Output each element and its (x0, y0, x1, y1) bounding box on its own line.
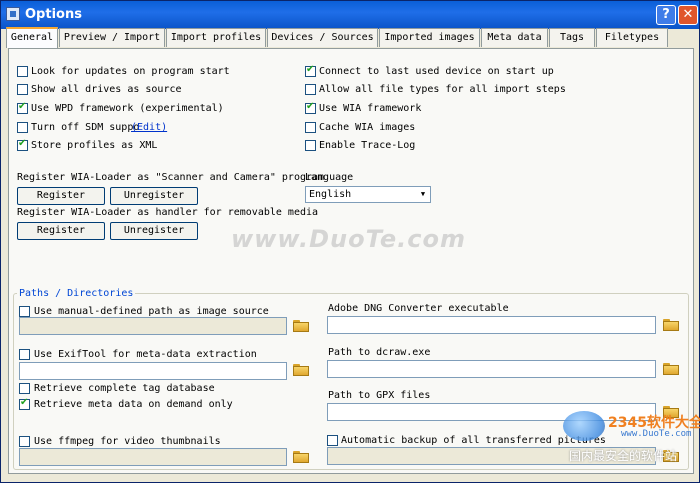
checkbox-allow-all-file-types[interactable] (305, 84, 316, 95)
tab-devices-sources[interactable]: Devices / Sources (267, 28, 378, 47)
checkbox-ffmpeg[interactable] (19, 436, 30, 447)
watermark-url: www.DuoTe.com (621, 429, 692, 439)
folder-icon[interactable] (293, 320, 309, 332)
checkbox-manual-path[interactable] (19, 306, 30, 317)
folder-icon[interactable] (293, 451, 309, 463)
title-bar[interactable]: Options ? ✕ (1, 1, 699, 29)
label-store-profiles-xml: Store profiles as XML (31, 140, 158, 151)
paths-group-title: Paths / Directories (17, 288, 136, 299)
checkbox-retrieve-complete[interactable] (19, 383, 30, 394)
tab-meta-data[interactable]: Meta data (481, 28, 548, 47)
manual-path-input[interactable] (19, 317, 287, 335)
checkbox-retrieve-on-demand[interactable] (19, 397, 30, 410)
checkbox-turn-off-sdm[interactable] (17, 122, 28, 133)
dcraw-label: Path to dcraw.exe (328, 347, 431, 358)
register-scanner-label: Register WIA-Loader as "Scanner and Came… (17, 172, 325, 183)
dng-label: Adobe DNG Converter executable (328, 303, 509, 314)
label-cache-wia: Cache WIA images (319, 122, 416, 133)
tab-imported-images[interactable]: Imported images (379, 28, 480, 47)
checkbox-show-all-drives[interactable] (17, 84, 28, 95)
folder-icon[interactable] (663, 363, 679, 375)
checkbox-use-wia[interactable] (305, 101, 316, 114)
register-scanner-button[interactable]: Register (17, 187, 105, 205)
label-turn-off-sdm: Turn off SDM suppo (31, 122, 140, 133)
exiftool-path-input[interactable] (19, 362, 287, 380)
ffmpeg-path-input[interactable] (19, 448, 287, 466)
label-ffmpeg: Use ffmpeg for video thumbnails (34, 436, 221, 447)
unregister-scanner-button[interactable]: Unregister (110, 187, 198, 205)
checkbox-auto-backup[interactable] (327, 435, 338, 446)
tab-general[interactable]: General (6, 27, 58, 48)
register-removable-label: Register WIA-Loader as handler for remov… (17, 207, 319, 218)
checkbox-store-profiles-xml[interactable] (17, 138, 28, 151)
edit-link[interactable]: (Edit) (131, 122, 167, 133)
tab-tags[interactable]: Tags (549, 28, 595, 47)
checkbox-use-wpd[interactable] (17, 101, 28, 114)
dcraw-path-input[interactable] (327, 360, 656, 378)
checkbox-connect-last-device[interactable] (305, 64, 316, 77)
watermark-badge: 2345软件大全 www.DuoTe.com 国内最安全的软件站 (561, 411, 700, 471)
tab-import-profiles[interactable]: Import profiles (166, 28, 266, 47)
language-select[interactable]: English ▼ (305, 186, 431, 203)
register-removable-button[interactable]: Register (17, 222, 105, 240)
label-look-for-updates: Look for updates on program start (31, 66, 230, 77)
label-retrieve-complete: Retrieve complete tag database (34, 383, 215, 394)
watermark-text: www.DuoTe.com (231, 225, 466, 253)
tab-filetypes[interactable]: Filetypes (596, 28, 668, 47)
checkbox-exiftool[interactable] (19, 349, 30, 360)
label-connect-last-device: Connect to last used device on start up (319, 66, 554, 77)
label-show-all-drives: Show all drives as source (31, 84, 182, 95)
watermark-logo-icon (563, 411, 605, 441)
tab-bar: General Preview / Import Import profiles… (6, 27, 696, 48)
window-title: Options (25, 7, 82, 22)
close-button[interactable]: ✕ (678, 5, 698, 25)
tab-preview-import[interactable]: Preview / Import (59, 28, 165, 47)
folder-icon[interactable] (293, 364, 309, 376)
label-allow-all-file-types: Allow all file types for all import step… (319, 84, 566, 95)
checkbox-enable-trace-log[interactable] (305, 140, 316, 151)
label-exiftool: Use ExifTool for meta-data extraction (34, 349, 257, 360)
app-icon (6, 7, 20, 21)
gpx-label: Path to GPX files (328, 390, 431, 401)
folder-icon[interactable] (663, 319, 679, 331)
unregister-removable-button[interactable]: Unregister (110, 222, 198, 240)
language-label: Language (305, 172, 354, 183)
options-window: Options ? ✕ General Preview / Import Imp… (0, 0, 700, 483)
language-value: English (309, 189, 352, 200)
help-button[interactable]: ? (656, 5, 676, 25)
label-retrieve-on-demand: Retrieve meta data on demand only (34, 399, 233, 410)
label-use-wpd: Use WPD framework (experimental) (31, 103, 224, 114)
watermark-slogan: 国内最安全的软件站 (569, 449, 678, 463)
label-manual-path: Use manual-defined path as image source (34, 306, 269, 317)
dropdown-arrow-icon[interactable]: ▼ (416, 187, 430, 202)
checkbox-look-for-updates[interactable] (17, 66, 28, 77)
dng-path-input[interactable] (327, 316, 656, 334)
checkbox-cache-wia[interactable] (305, 122, 316, 133)
label-enable-trace-log: Enable Trace-Log (319, 140, 416, 151)
label-use-wia: Use WIA framework (319, 103, 422, 114)
